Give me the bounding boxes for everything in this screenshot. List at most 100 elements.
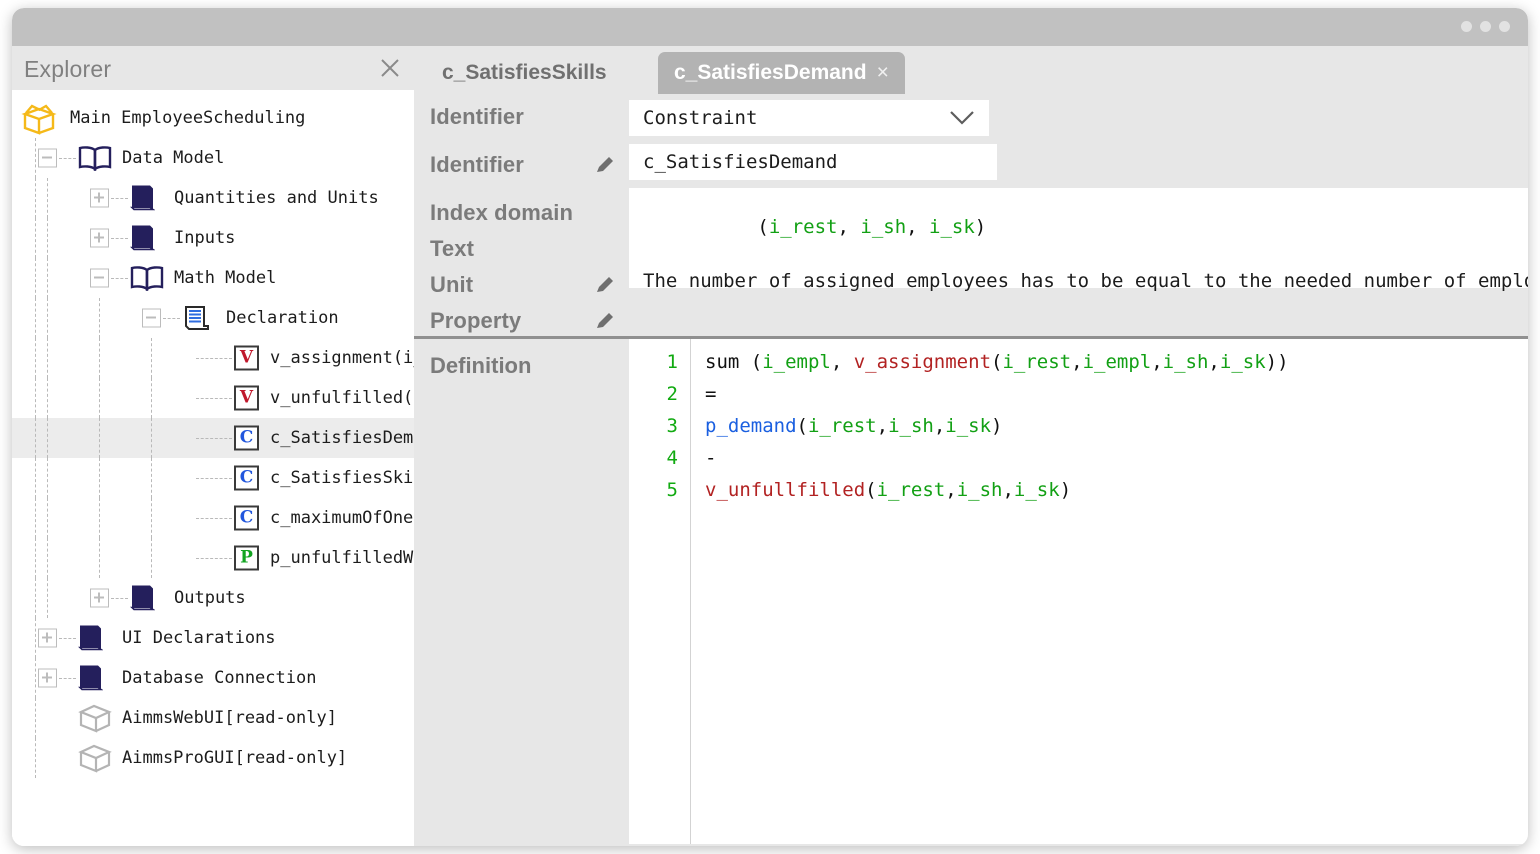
tree-guide-line — [47, 578, 48, 618]
closed-book-icon — [78, 625, 104, 652]
tab-bar[interactable]: c_SatisfiesSkills c_SatisfiesDemand × — [414, 46, 1528, 94]
code-token: , — [1208, 351, 1220, 373]
tree-stub-line — [111, 278, 128, 279]
definition-section: Definition 12345 sum (i_empl, v_assignme… — [414, 339, 1528, 844]
tree-item-label: Math Model — [174, 268, 277, 288]
tree-item-label: Main EmployeeScheduling — [70, 108, 306, 128]
tree-item-inputs[interactable]: Inputs — [12, 218, 414, 258]
tree-stub-line — [196, 358, 232, 359]
code-token: , — [1151, 351, 1163, 373]
index-domain-value: (i_rest, i_sh, i_sk) — [757, 216, 987, 238]
tree-toggle[interactable] — [90, 228, 109, 248]
identifier-name-input[interactable]: c_SatisfiesDemand — [629, 144, 997, 180]
code-token: , — [1071, 351, 1083, 373]
tree-item-v-assignment-i-[interactable]: Vv_assignment(i_ — [12, 338, 414, 378]
model-tree[interactable]: Main EmployeeScheduling Data Model Quantit… — [12, 90, 414, 846]
pencil-edit-icon[interactable] — [594, 310, 616, 332]
tree-item-p-unfulfilledwe[interactable]: Pp_unfulfilledWe — [12, 538, 414, 578]
code-token: = — [705, 383, 717, 405]
index-domain-and-text-area[interactable]: (i_rest, i_sh, i_sk) The number of assig… — [629, 188, 1528, 292]
tree-item-label: Declaration — [226, 308, 339, 328]
code-line[interactable]: p_demand(i_rest,i_sh,i_sk) — [705, 415, 1003, 437]
constraint-tag-icon: C — [234, 465, 259, 491]
tree-guide-line — [35, 138, 36, 178]
tree-item-v-unfulfilled-i[interactable]: Vv_unfulfilled(i — [12, 378, 414, 418]
tree-item-declaration[interactable]: Declaration — [12, 298, 414, 338]
attribute-section: Identifier Identifier Index domain Text … — [414, 94, 1528, 339]
explorer-panel: Explorer Main EmployeeScheduling Data Mod… — [12, 46, 414, 846]
tree-item-c-satisfiesskil[interactable]: Cc_SatisfiesSkil — [12, 458, 414, 498]
identifier-type-value: Constraint — [643, 107, 758, 129]
code-token: , — [876, 415, 889, 437]
closed-book-icon — [130, 225, 156, 252]
tree-toggle[interactable] — [38, 148, 57, 168]
application-window: Explorer Main EmployeeScheduling Data Mod… — [12, 8, 1528, 846]
tree-guide-line — [151, 338, 152, 378]
code-token: ) — [1059, 479, 1072, 501]
window-controls[interactable] — [1461, 21, 1510, 32]
tree-stub-line — [196, 558, 232, 559]
tree-toggle[interactable] — [90, 188, 109, 208]
tree-toggle[interactable] — [38, 628, 57, 648]
text-attribute-value: The number of assigned employees has to … — [643, 270, 1528, 292]
tree-item-c-satisfiesdema[interactable]: Cc_SatisfiesDema — [12, 418, 414, 458]
tree-item-main-employeescheduling[interactable]: Main EmployeeScheduling — [12, 98, 414, 138]
variable-tag-icon: V — [234, 345, 259, 371]
tree-item-ui-declarations[interactable]: UI Declarations — [12, 618, 414, 658]
tree-toggle[interactable] — [90, 268, 109, 288]
tree-item-c-maximumofones[interactable]: Cc_maximumOfOneS — [12, 498, 414, 538]
tree-item-label: Data Model — [122, 148, 225, 168]
tree-item-aimmsprogui-read-only-[interactable]: AimmsProGUI[read-only] — [12, 738, 414, 778]
scroll-icon — [182, 304, 210, 332]
pencil-edit-icon[interactable] — [594, 154, 616, 176]
close-icon[interactable] — [378, 56, 402, 80]
tree-guide-line — [35, 298, 36, 338]
tree-item-database-connection[interactable]: Database Connection — [12, 658, 414, 698]
identifier-type-select[interactable]: Constraint — [629, 100, 989, 136]
cube-icon — [78, 703, 112, 733]
tree-item-math-model[interactable]: Math Model — [12, 258, 414, 298]
line-number-gutter: 1 2 3 4 5 — [629, 339, 691, 844]
code-token: , — [1002, 479, 1014, 501]
code-token: i_empl — [762, 351, 831, 373]
pencil-edit-icon[interactable] — [594, 274, 616, 296]
minimize-dot[interactable] — [1461, 21, 1472, 32]
tree-guide-line — [35, 258, 36, 298]
tree-stub-line — [59, 158, 76, 159]
line-number: 2 — [666, 383, 678, 405]
tree-item-quantities-and-units[interactable]: Quantities and Units — [12, 178, 414, 218]
tree-toggle[interactable] — [142, 308, 161, 328]
window-titlebar — [12, 8, 1528, 46]
tab-c_SatisfiesDemand[interactable]: c_SatisfiesDemand × — [658, 52, 905, 94]
tree-stub-line — [111, 198, 128, 199]
tree-toggle[interactable] — [38, 668, 57, 688]
code-line[interactable]: sum (i_empl, v_assignment(i_rest,i_empl,… — [705, 351, 1289, 373]
tree-item-data-model[interactable]: Data Model — [12, 138, 414, 178]
code-line[interactable]: = — [705, 383, 716, 405]
tree-guide-line — [151, 498, 152, 538]
tree-toggle[interactable] — [90, 588, 109, 608]
tree-guide-line — [47, 218, 48, 258]
tree-item-outputs[interactable]: Outputs — [12, 578, 414, 618]
tree-item-label: Quantities and Units — [174, 188, 379, 208]
close-dot[interactable] — [1499, 21, 1510, 32]
tree-guide-line — [35, 658, 36, 698]
tree-stub-line — [163, 318, 180, 319]
tab-c_SatisfiesSkills[interactable]: c_SatisfiesSkills — [426, 52, 623, 94]
code-token: ) — [991, 415, 1003, 437]
tree-stub-line — [59, 678, 76, 679]
chevron-down-icon[interactable] — [949, 109, 975, 131]
definition-code-editor[interactable]: 12345 sum (i_empl, v_assignment(i_rest,i… — [629, 339, 1528, 844]
code-line[interactable]: - — [705, 447, 716, 469]
maximize-dot[interactable] — [1480, 21, 1491, 32]
open-book-icon — [130, 265, 164, 292]
close-icon[interactable]: × — [877, 61, 889, 85]
constraint-tag-icon: C — [234, 505, 259, 531]
code-token: - — [705, 447, 717, 469]
tree-stub-line — [196, 438, 232, 439]
attr-label-identifier-type: Identifier — [430, 104, 524, 129]
tree-item-aimmswebui-read-only-[interactable]: AimmsWebUI[read-only] — [12, 698, 414, 738]
code-line[interactable]: v_unfullfilled(i_rest,i_sh,i_sk) — [705, 479, 1071, 501]
tree-item-label: v_unfulfilled(i — [270, 388, 414, 408]
tree-guide-line — [35, 738, 36, 778]
